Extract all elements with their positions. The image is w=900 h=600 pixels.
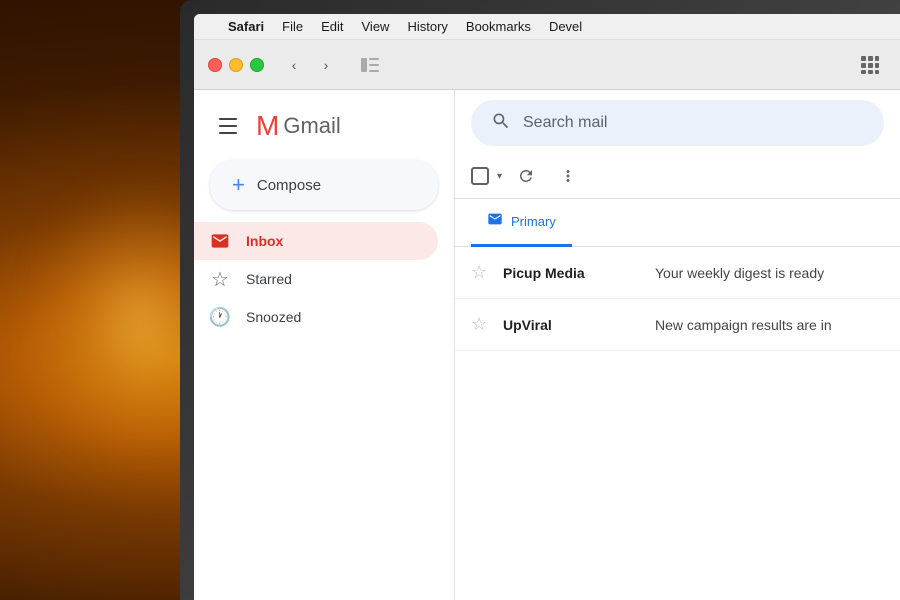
menu-view[interactable]: View	[362, 19, 390, 34]
menu-bar: Safari File Edit View History Bookmarks …	[194, 14, 900, 40]
nav-buttons: ‹ ›	[280, 52, 340, 78]
content-area: Search mail ▾	[454, 90, 900, 600]
email-sender-2: UpViral	[503, 317, 643, 333]
email-sender-1: Picup Media	[503, 265, 643, 281]
gmail-m-letter: M	[256, 112, 279, 140]
menu-bookmarks[interactable]: Bookmarks	[466, 19, 531, 34]
select-all-checkbox[interactable]	[471, 167, 489, 185]
laptop-frame: Safari File Edit View History Bookmarks …	[180, 0, 900, 600]
browser-chrome: ‹ ›	[194, 40, 900, 90]
hamburger-line-1	[219, 118, 237, 120]
menu-safari[interactable]: Safari	[228, 19, 264, 34]
email-list: ☆ Picup Media Your weekly digest is read…	[455, 247, 900, 600]
close-window-button[interactable]	[208, 58, 222, 72]
email-subject-1: Your weekly digest is ready	[655, 265, 884, 281]
email-row[interactable]: ☆ Picup Media Your weekly digest is read…	[455, 247, 900, 299]
sidebar-item-snoozed[interactable]: 🕐 Snoozed	[194, 298, 438, 336]
menu-devel[interactable]: Devel	[549, 19, 582, 34]
email-row[interactable]: ☆ UpViral New campaign results are in	[455, 299, 900, 351]
traffic-lights	[208, 58, 264, 72]
gmail-header: M Gmail	[194, 100, 454, 156]
email-star-2[interactable]: ☆	[471, 314, 491, 335]
back-button[interactable]: ‹	[280, 52, 308, 78]
gmail-area: M Gmail + Compose Inbox	[194, 90, 900, 600]
email-star-1[interactable]: ☆	[471, 262, 491, 283]
fullscreen-window-button[interactable]	[250, 58, 264, 72]
search-bar-row: Search mail	[455, 90, 900, 154]
compose-button[interactable]: + Compose	[210, 160, 438, 210]
forward-button[interactable]: ›	[312, 52, 340, 78]
more-options-button[interactable]	[550, 158, 586, 194]
screen: Safari File Edit View History Bookmarks …	[194, 14, 900, 600]
starred-icon: ☆	[210, 269, 230, 289]
email-subject-2: New campaign results are in	[655, 317, 884, 333]
primary-tab-icon	[487, 211, 503, 232]
menu-history[interactable]: History	[407, 19, 447, 34]
gmail-sidebar: M Gmail + Compose Inbox	[194, 90, 454, 600]
minimize-window-button[interactable]	[229, 58, 243, 72]
toolbar-row: ▾	[455, 154, 900, 199]
menu-file[interactable]: File	[282, 19, 303, 34]
inbox-label: Inbox	[246, 233, 283, 249]
starred-label: Starred	[246, 271, 292, 287]
primary-tab-label: Primary	[511, 214, 556, 229]
snoozed-icon: 🕐	[210, 307, 230, 327]
refresh-button[interactable]	[508, 158, 544, 194]
gmail-logo: M Gmail	[256, 112, 341, 140]
tab-primary[interactable]: Primary	[471, 199, 572, 247]
select-dropdown-arrow[interactable]: ▾	[497, 171, 502, 182]
compose-label: Compose	[257, 177, 321, 194]
hamburger-line-3	[219, 132, 237, 134]
grid-icon	[861, 56, 879, 74]
gmail-wordmark: Gmail	[283, 113, 340, 139]
sidebar-toggle-button[interactable]	[354, 52, 386, 78]
grid-apps-button[interactable]	[854, 52, 886, 78]
menu-edit[interactable]: Edit	[321, 19, 343, 34]
hamburger-line-2	[219, 125, 237, 127]
tabs-row: Primary	[455, 199, 900, 247]
snoozed-label: Snoozed	[246, 309, 301, 325]
search-icon	[491, 111, 511, 136]
search-box[interactable]: Search mail	[471, 100, 884, 146]
sidebar-toggle-icon	[361, 58, 379, 72]
sidebar-item-starred[interactable]: ☆ Starred	[194, 260, 438, 298]
search-placeholder-text: Search mail	[523, 114, 607, 132]
hamburger-menu-button[interactable]	[210, 108, 246, 144]
sidebar-item-inbox[interactable]: Inbox	[194, 222, 438, 260]
compose-plus-icon: +	[232, 174, 245, 196]
inbox-icon	[210, 231, 230, 251]
